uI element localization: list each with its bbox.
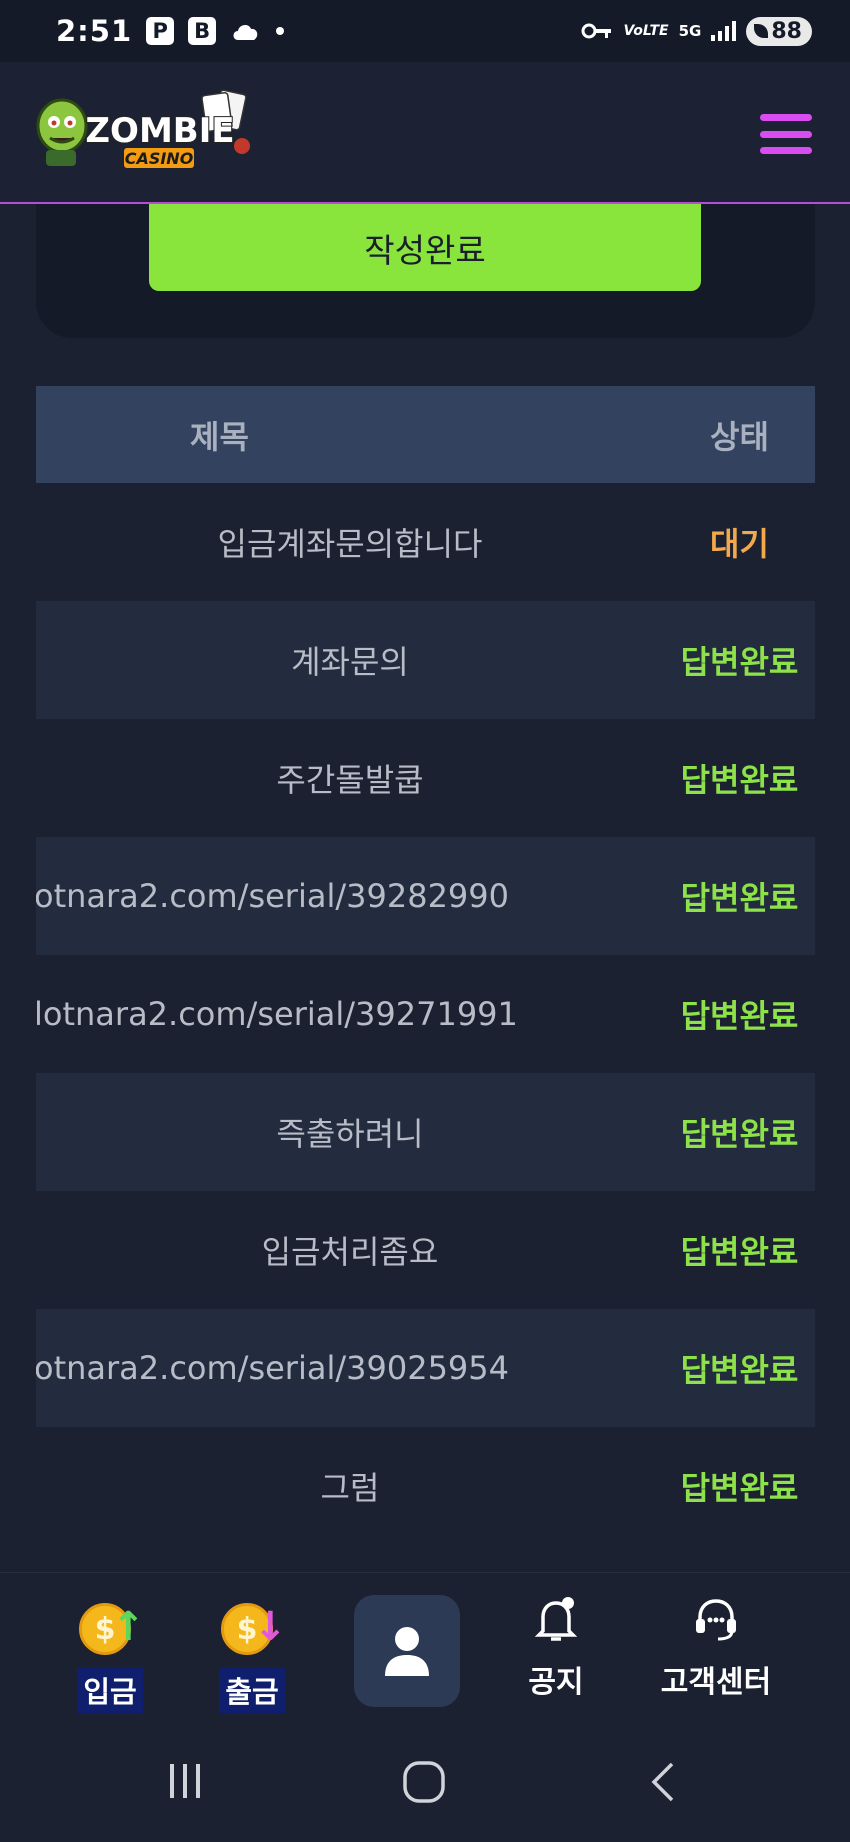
battery-saver-icon bbox=[754, 24, 769, 38]
recent-apps-icon[interactable] bbox=[164, 1760, 206, 1802]
row-title-text: otnara2.com/serial/39025954 bbox=[36, 1349, 509, 1387]
row-status-badge: 답변완료 bbox=[680, 761, 799, 799]
row-title: 그럼 bbox=[36, 1463, 664, 1509]
user-icon bbox=[385, 1627, 429, 1676]
row-status-badge: 답변완료 bbox=[680, 1233, 799, 1271]
row-status-badge: 답변완료 bbox=[680, 1469, 799, 1507]
withdraw-label: 출금 bbox=[219, 1667, 285, 1713]
menu-bar-icon bbox=[760, 147, 812, 154]
row-title: otnara2.com/serial/39282990 bbox=[36, 877, 664, 915]
row-title: 즉출하려니 bbox=[36, 1109, 664, 1155]
support-nav-button[interactable]: 고객센터 bbox=[646, 1573, 786, 1721]
app-header: ZOMBIE CASINO bbox=[0, 62, 850, 204]
table-row[interactable]: 입금처리좀요 답변완료 bbox=[36, 1191, 815, 1309]
withdraw-coin-icon: $ ↓ bbox=[217, 1597, 287, 1659]
row-title-text: 주간돌발쿱 bbox=[276, 761, 424, 799]
weather-cloud-icon bbox=[233, 25, 258, 40]
table-row[interactable]: 입금계좌문의합니다 대기 bbox=[36, 483, 815, 601]
row-title-text: 그럼 bbox=[320, 1469, 380, 1507]
status-left: 2:51 P B bbox=[56, 14, 285, 48]
row-title: 입금처리좀요 bbox=[36, 1227, 664, 1273]
deposit-nav-button[interactable]: $ ↑ 입금 bbox=[72, 1573, 148, 1721]
header-title: 제목 bbox=[190, 417, 249, 456]
bottom-nav: $ ↑ 입금 $ ↓ 출금 공지 고객센터 bbox=[0, 1572, 850, 1720]
home-icon[interactable] bbox=[402, 1760, 446, 1804]
table-row[interactable]: 즉출하려니 답변완료 bbox=[36, 1073, 815, 1191]
row-title-text: 계좌문의 bbox=[291, 643, 409, 681]
row-status-badge: 답변완료 bbox=[680, 1115, 799, 1153]
status-time: 2:51 bbox=[56, 14, 133, 48]
b-app-icon: B bbox=[188, 17, 217, 45]
profile-button[interactable] bbox=[354, 1595, 460, 1707]
row-title-text: otnara2.com/serial/39282990 bbox=[36, 877, 509, 915]
table-row[interactable]: 계좌문의 답변완료 bbox=[36, 601, 815, 719]
withdraw-nav-button[interactable]: $ ↓ 출금 bbox=[214, 1573, 290, 1721]
table-row[interactable]: otnara2.com/serial/39282990 답변완료 bbox=[36, 837, 815, 955]
row-status-badge: 답변완료 bbox=[680, 643, 799, 681]
menu-bar-icon bbox=[760, 130, 812, 138]
header-status: 상태 bbox=[710, 417, 769, 456]
status-bar: 2:51 P B VoLTE 5G 88 bbox=[0, 0, 850, 62]
table-row[interactable]: 그럼 답변완료 bbox=[36, 1427, 815, 1545]
battery-indicator: 88 bbox=[746, 16, 812, 46]
row-status-badge: 답변완료 bbox=[680, 879, 799, 917]
table-row[interactable]: 주간돌발쿱 답변완료 bbox=[36, 719, 815, 837]
status-right: VoLTE 5G 88 bbox=[581, 16, 812, 46]
menu-bar-icon bbox=[760, 114, 812, 121]
inquiry-table: 제목 상태 입금계좌문의합니다 대기 계좌문의 답변완료 주간돌발쿱 답변완료 otnara… bbox=[36, 386, 815, 1545]
row-title-text: lotnara2.com/serial/39271991 bbox=[36, 995, 518, 1033]
vpn-key-icon bbox=[581, 23, 612, 39]
system-nav-bar bbox=[0, 1720, 850, 1842]
row-title: lotnara2.com/serial/39271991 bbox=[36, 995, 664, 1033]
bell-icon bbox=[534, 1597, 578, 1641]
parking-app-icon: P bbox=[146, 17, 175, 45]
table-body: 입금계좌문의합니다 대기 계좌문의 답변완료 주간돌발쿱 답변완료 otnara2.com/… bbox=[36, 483, 815, 1545]
row-title-text: 입금처리좀요 bbox=[261, 1233, 439, 1271]
support-label: 고객센터 bbox=[660, 1665, 772, 1700]
notice-nav-button[interactable]: 공지 bbox=[518, 1573, 594, 1721]
row-title-text: 즉출하려니 bbox=[276, 1115, 424, 1153]
row-title: 계좌문의 bbox=[36, 637, 664, 683]
notice-label: 공지 bbox=[528, 1665, 584, 1700]
battery-level: 88 bbox=[771, 18, 802, 44]
row-title: otnara2.com/serial/39025954 bbox=[36, 1349, 664, 1387]
headset-icon bbox=[696, 1599, 736, 1641]
table-header: 제목 상태 bbox=[36, 386, 815, 483]
row-status-badge: 답변완료 bbox=[680, 997, 799, 1035]
row-title-text: 입금계좌문의합니다 bbox=[217, 525, 483, 563]
signal-strength-icon bbox=[711, 21, 737, 41]
logo-sub-text: CASINO bbox=[125, 149, 194, 168]
hamburger-menu-button[interactable] bbox=[760, 114, 812, 154]
back-icon[interactable] bbox=[646, 1760, 680, 1804]
network-type-label: 5G bbox=[678, 22, 702, 40]
row-status-badge: 답변완료 bbox=[680, 1351, 799, 1389]
deposit-coin-icon: $ ↑ bbox=[75, 1597, 145, 1659]
notification-dot-icon bbox=[276, 27, 285, 35]
zombie-casino-logo[interactable]: ZOMBIE CASINO bbox=[32, 84, 272, 184]
logo-main-text: ZOMBIE bbox=[85, 111, 234, 151]
table-row[interactable]: lotnara2.com/serial/39271991 답변완료 bbox=[36, 955, 815, 1073]
table-row[interactable]: otnara2.com/serial/39025954 답변완료 bbox=[36, 1309, 815, 1427]
row-title: 입금계좌문의합니다 bbox=[36, 519, 664, 565]
row-title: 주간돌발쿱 bbox=[36, 755, 664, 801]
row-status-badge: 대기 bbox=[710, 525, 769, 563]
volte-label: VoLTE bbox=[623, 23, 669, 39]
deposit-label: 입금 bbox=[77, 1667, 143, 1713]
submit-button[interactable]: 작성완료 bbox=[149, 204, 701, 291]
